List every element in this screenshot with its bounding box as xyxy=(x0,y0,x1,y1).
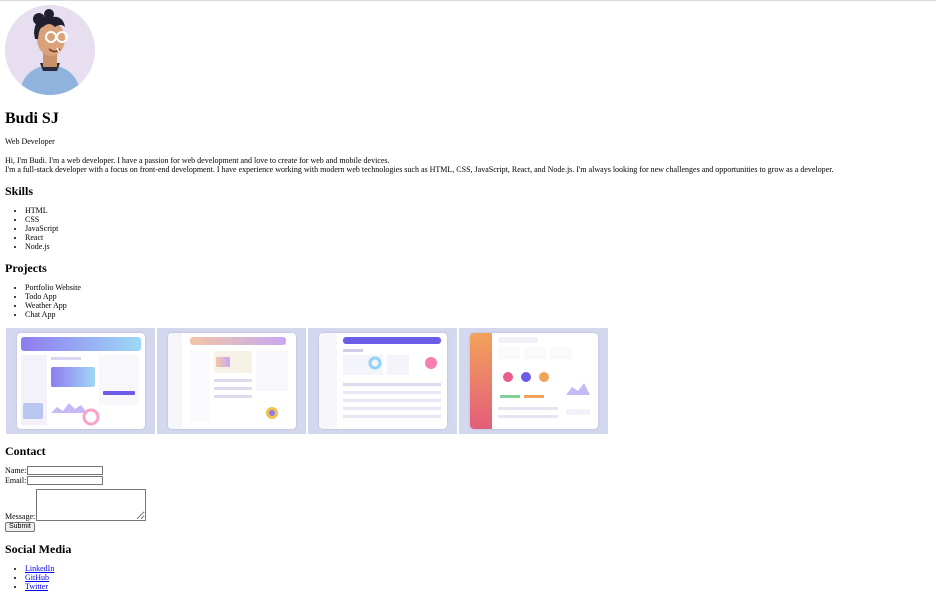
social-item: GitHub xyxy=(25,573,936,582)
project-thumbnail xyxy=(6,328,155,434)
project-gallery xyxy=(6,328,936,434)
projects-heading: Projects xyxy=(5,261,47,275)
project-item: Todo App xyxy=(25,292,936,301)
project-item: Portfolio Website xyxy=(25,283,936,292)
email-field[interactable] xyxy=(27,476,104,485)
message-label: Message: xyxy=(5,512,36,521)
project-item: Weather App xyxy=(25,301,936,310)
skills-heading: Skills xyxy=(5,184,34,198)
avatar xyxy=(5,5,95,95)
social-heading: Social Media xyxy=(5,542,72,556)
email-label: Email: xyxy=(5,476,27,485)
skill-item: JavaScript xyxy=(25,224,936,233)
github-link[interactable]: GitHub xyxy=(25,573,49,582)
skill-item: React xyxy=(25,233,936,242)
message-field[interactable] xyxy=(36,489,147,521)
about-line: I'm a full-stack developer with a focus … xyxy=(5,165,834,174)
about-section: Hi, I'm Budi. I'm a web developer. I hav… xyxy=(5,156,936,174)
skill-item: Node.js xyxy=(25,242,936,251)
skill-item: CSS xyxy=(25,215,936,224)
name-field[interactable] xyxy=(27,466,104,475)
portfolio-page: Budi SJ Web Developer Hi, I'm Budi. I'm … xyxy=(0,1,936,591)
submit-button[interactable]: Submit xyxy=(5,522,35,532)
twitter-link[interactable]: Twitter xyxy=(25,582,48,591)
project-thumbnail xyxy=(459,328,608,434)
linkedin-link[interactable]: LinkedIn xyxy=(25,564,54,573)
contact-heading: Contact xyxy=(5,444,46,458)
project-thumbnail xyxy=(157,328,306,434)
about-line: Hi, I'm Budi. I'm a web developer. I hav… xyxy=(5,156,390,165)
skills-list: HTML CSS JavaScript React Node.js xyxy=(5,206,936,251)
project-item: Chat App xyxy=(25,310,936,319)
social-list: LinkedIn GitHub Twitter xyxy=(5,564,936,591)
profile-name: Budi SJ xyxy=(5,110,59,127)
skill-item: HTML xyxy=(25,206,936,215)
profile-role: Web Developer xyxy=(5,137,55,146)
social-item: Twitter xyxy=(25,582,936,591)
projects-list: Portfolio Website Todo App Weather App C… xyxy=(5,283,936,319)
social-item: LinkedIn xyxy=(25,564,936,573)
name-label: Name: xyxy=(5,466,27,475)
contact-form: Name: Email: Message: Submit xyxy=(5,466,936,532)
project-thumbnail xyxy=(308,328,457,434)
